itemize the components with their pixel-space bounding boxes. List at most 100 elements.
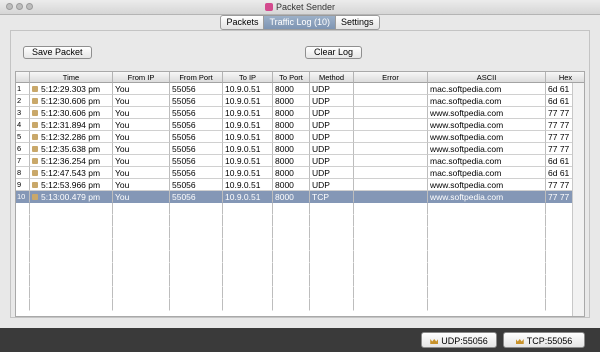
empty-cell (223, 203, 273, 215)
cell-ascii: www.softpedia.com (428, 143, 546, 155)
cell-time: 5:12:36.254 pm (30, 155, 113, 167)
cell-time-text: 5:12:29.303 pm (41, 84, 101, 94)
cell-time-text: 5:12:35.638 pm (41, 144, 101, 154)
table-row[interactable]: 6 5:12:35.638 pm You 55056 10.9.0.51 8000 UDP w… (16, 143, 584, 155)
empty-cell (170, 239, 223, 251)
cell-error (354, 155, 428, 167)
packet-icon (32, 134, 38, 140)
empty-cell (223, 251, 273, 263)
clear-log-button[interactable]: Clear Log (305, 46, 363, 59)
empty-cell (223, 227, 273, 239)
column-header-row-number[interactable] (16, 72, 30, 83)
column-header-from-ip[interactable]: From IP (113, 72, 170, 83)
empty-cell (354, 299, 428, 311)
cell-row-number: 7 (16, 155, 30, 167)
cell-to-port: 8000 (273, 131, 310, 143)
empty-cell (273, 287, 310, 299)
empty-cell (273, 263, 310, 275)
cell-from-port: 55056 (170, 179, 223, 191)
cell-row-number: 5 (16, 131, 30, 143)
packet-icon (32, 110, 38, 116)
window-title: Packet Sender (275, 2, 336, 12)
cell-error (354, 143, 428, 155)
empty-row (16, 299, 584, 311)
crown-icon (430, 339, 439, 344)
udp-status-button[interactable]: UDP:55056 (421, 332, 497, 348)
cell-from-ip: You (113, 179, 170, 191)
empty-row (16, 227, 584, 239)
empty-cell (310, 251, 354, 263)
empty-cell (30, 263, 113, 275)
empty-cell (113, 275, 170, 287)
table-row[interactable]: 7 5:12:36.254 pm You 55056 10.9.0.51 8000 UDP m… (16, 155, 584, 167)
table-row[interactable]: 5 5:12:32.286 pm You 55056 10.9.0.51 8000 UDP w… (16, 131, 584, 143)
packet-icon (32, 146, 38, 152)
table-row[interactable]: 9 5:12:53.966 pm You 55056 10.9.0.51 8000 UDP w… (16, 179, 584, 191)
empty-cell (428, 203, 546, 215)
cell-to-ip: 10.9.0.51 (223, 167, 273, 179)
table-row[interactable]: 1 5:12:29.303 pm You 55056 10.9.0.51 8000 UDP m… (16, 83, 584, 95)
cell-from-ip: You (113, 155, 170, 167)
cell-ascii: mac.softpedia.com (428, 83, 546, 95)
column-header-error[interactable]: Error (354, 72, 428, 83)
cell-ascii: www.softpedia.com (428, 119, 546, 131)
empty-row (16, 203, 584, 215)
cell-ascii: www.softpedia.com (428, 107, 546, 119)
cell-from-ip: You (113, 143, 170, 155)
empty-cell (310, 239, 354, 251)
cell-time: 5:13:00.479 pm (30, 191, 113, 203)
empty-cell (16, 227, 30, 239)
cell-from-ip: You (113, 83, 170, 95)
cell-to-ip: 10.9.0.51 (223, 95, 273, 107)
save-packet-button[interactable]: Save Packet (23, 46, 92, 59)
empty-cell (16, 203, 30, 215)
tcp-status-button[interactable]: TCP:55056 (503, 332, 585, 348)
empty-cell (113, 239, 170, 251)
table-row[interactable]: 4 5:12:31.894 pm You 55056 10.9.0.51 8000 UDP w… (16, 119, 584, 131)
cell-time: 5:12:32.286 pm (30, 131, 113, 143)
empty-cell (354, 215, 428, 227)
cell-time-text: 5:12:30.606 pm (41, 96, 101, 106)
column-header-time[interactable]: Time (30, 72, 113, 83)
packet-icon (32, 86, 38, 92)
table-row[interactable]: 8 5:12:47.543 pm You 55056 10.9.0.51 8000 UDP m… (16, 167, 584, 179)
cell-to-ip: 10.9.0.51 (223, 143, 273, 155)
tab-settings[interactable]: Settings (336, 15, 380, 30)
table-row[interactable]: 3 5:12:30.606 pm You 55056 10.9.0.51 8000 UDP w… (16, 107, 584, 119)
column-header-method[interactable]: Method (310, 72, 354, 83)
cell-row-number: 8 (16, 167, 30, 179)
column-header-to-ip[interactable]: To IP (223, 72, 273, 83)
table-row[interactable]: 2 5:12:30.606 pm You 55056 10.9.0.51 8000 UDP m… (16, 95, 584, 107)
column-header-from-port[interactable]: From Port (170, 72, 223, 83)
empty-cell (170, 275, 223, 287)
traffic-log-table[interactable]: Time From IP From Port To IP To Port Method Er… (15, 71, 585, 317)
empty-cell (170, 203, 223, 215)
cell-method: UDP (310, 179, 354, 191)
empty-cell (30, 227, 113, 239)
empty-row (16, 215, 584, 227)
column-header-to-port[interactable]: To Port (273, 72, 310, 83)
empty-cell (30, 203, 113, 215)
cell-from-port: 55056 (170, 191, 223, 203)
cell-time: 5:12:35.638 pm (30, 143, 113, 155)
empty-cell (310, 263, 354, 275)
table-row-selected[interactable]: 10 5:13:00.479 pm You 55056 10.9.0.51 8000 TCP… (16, 191, 584, 203)
cell-to-ip: 10.9.0.51 (223, 155, 273, 167)
cell-from-port: 55056 (170, 119, 223, 131)
packet-icon (32, 122, 38, 128)
column-header-ascii[interactable]: ASCII (428, 72, 546, 83)
crown-icon (515, 339, 524, 344)
column-header-hex[interactable]: Hex (546, 72, 584, 83)
cell-from-ip: You (113, 191, 170, 203)
cell-from-port: 55056 (170, 155, 223, 167)
tab-traffic-log[interactable]: Traffic Log (10) (264, 15, 336, 30)
empty-cell (273, 275, 310, 287)
cell-time: 5:12:29.303 pm (30, 83, 113, 95)
vertical-scrollbar[interactable] (572, 83, 584, 316)
empty-row (16, 287, 584, 299)
packet-icon (32, 98, 38, 104)
tab-packets[interactable]: Packets (220, 15, 265, 30)
tcp-status-label: TCP:55056 (526, 336, 573, 346)
empty-cell (170, 251, 223, 263)
cell-from-ip: You (113, 119, 170, 131)
